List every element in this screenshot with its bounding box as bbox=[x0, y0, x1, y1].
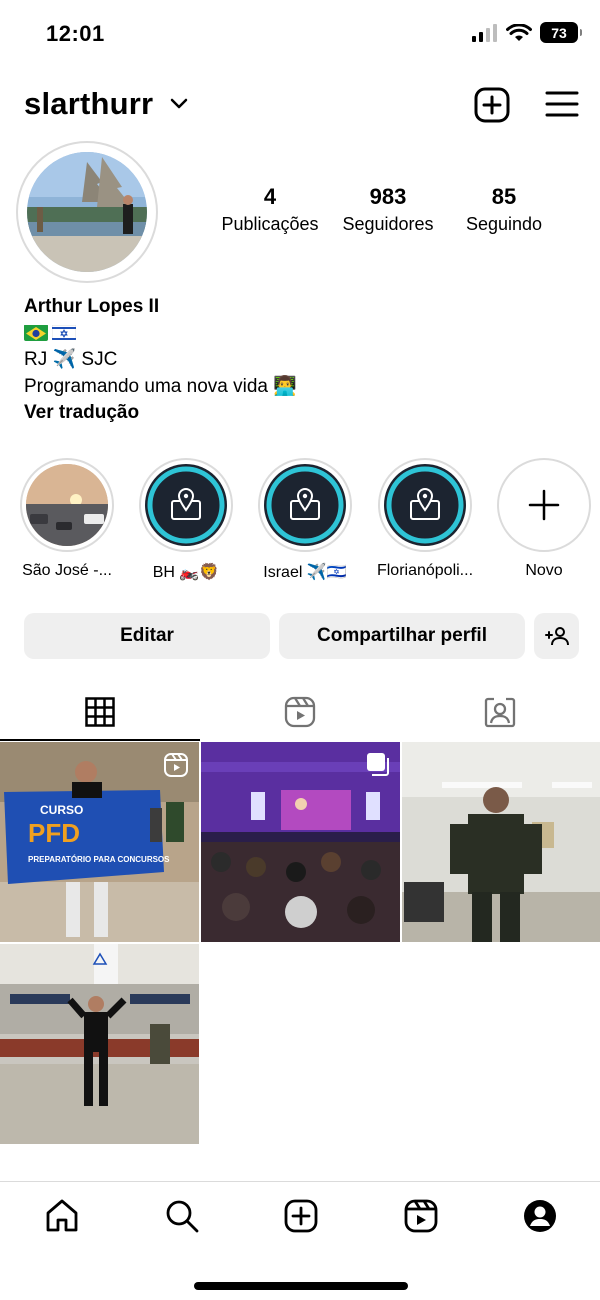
israel-flag-icon bbox=[52, 324, 76, 341]
followers-label: Seguidores bbox=[342, 214, 434, 234]
profile-tabs bbox=[0, 684, 600, 740]
active-tab-indicator bbox=[0, 739, 200, 741]
grid-post[interactable]: CURSO PFD PREPARATÓRIO PARA CONCURSOS bbox=[0, 742, 199, 942]
chevron-down-icon[interactable] bbox=[170, 98, 188, 110]
grid-post[interactable] bbox=[201, 742, 400, 942]
following-count: 85 bbox=[491, 184, 517, 209]
battery-level: 73 bbox=[551, 24, 567, 41]
status-bar: 12:01 73 bbox=[0, 0, 600, 66]
profile-avatar[interactable] bbox=[16, 141, 158, 283]
profile-bio: Arthur Lopes II RJ ✈️ SJC Programando um… bbox=[24, 294, 297, 427]
highlight-sao-jose[interactable]: São José -... bbox=[19, 458, 115, 580]
svg-text:PFD: PFD bbox=[28, 818, 80, 848]
location-pin-icon bbox=[266, 466, 344, 544]
highlight-label: BH 🏍️🦁 bbox=[152, 564, 220, 581]
location-pin-icon bbox=[386, 466, 464, 544]
share-profile-button[interactable]: Compartilhar perfil bbox=[279, 613, 525, 659]
menu-icon[interactable] bbox=[545, 91, 579, 117]
posts-count: 4 bbox=[263, 184, 277, 209]
battery-icon: 73 bbox=[540, 22, 582, 43]
see-translation-link[interactable]: Ver tradução bbox=[24, 400, 297, 427]
carousel-badge-icon bbox=[367, 753, 389, 776]
svg-text:PREPARATÓRIO PARA CONCURSOS: PREPARATÓRIO PARA CONCURSOS bbox=[28, 855, 170, 864]
highlight-new[interactable]: Novo bbox=[496, 458, 592, 580]
create-icon[interactable] bbox=[283, 1198, 319, 1234]
reels-icon bbox=[284, 696, 316, 728]
bio-route: RJ ✈️ SJC bbox=[24, 349, 118, 370]
home-indicator bbox=[194, 1282, 408, 1290]
edit-profile-button[interactable]: Editar bbox=[24, 613, 270, 659]
followers-count: 983 bbox=[369, 184, 407, 209]
cellular-signal-icon bbox=[472, 23, 497, 42]
highlight-cover bbox=[258, 458, 352, 552]
avatar-photo bbox=[27, 152, 147, 272]
plus-icon bbox=[528, 489, 560, 521]
tab-tagged[interactable] bbox=[400, 684, 600, 740]
stat-posts[interactable]: 4 Publicações bbox=[210, 184, 330, 235]
profile-name: Arthur Lopes II bbox=[24, 296, 160, 317]
highlight-bh[interactable]: BH 🏍️🦁 bbox=[138, 458, 234, 582]
username-switcher[interactable]: slarthurr bbox=[24, 86, 153, 122]
discover-people-button[interactable] bbox=[534, 613, 579, 659]
following-label: Seguindo bbox=[465, 214, 543, 234]
search-icon[interactable] bbox=[164, 1198, 200, 1234]
reels-icon[interactable] bbox=[403, 1198, 439, 1234]
highlight-label: Israel ✈️🇮🇱 bbox=[263, 564, 347, 581]
highlight-cover bbox=[139, 458, 233, 552]
add-person-icon bbox=[544, 627, 569, 646]
highlight-label: Novo bbox=[525, 562, 563, 579]
grid-post[interactable] bbox=[0, 944, 199, 1144]
profile-icon[interactable] bbox=[522, 1198, 558, 1234]
brazil-flag-icon bbox=[24, 324, 48, 341]
stat-followers[interactable]: 983 Seguidores bbox=[328, 184, 448, 235]
tab-reels[interactable] bbox=[200, 684, 400, 740]
grid-icon bbox=[85, 697, 115, 727]
svg-text:CURSO: CURSO bbox=[40, 803, 83, 817]
profile-header: slarthurr bbox=[0, 78, 600, 134]
highlight-israel[interactable]: Israel ✈️🇮🇱 bbox=[257, 458, 353, 582]
highlight-label: São José -... bbox=[22, 562, 112, 579]
highlight-cover bbox=[378, 458, 472, 552]
tab-grid[interactable] bbox=[0, 684, 200, 740]
bio-flags bbox=[24, 321, 297, 348]
status-icons: 73 bbox=[472, 22, 582, 43]
posts-label: Publicações bbox=[221, 214, 319, 234]
highlight-florianopolis[interactable]: Florianópoli... bbox=[377, 458, 473, 580]
new-highlight-circle bbox=[497, 458, 591, 552]
new-post-icon[interactable] bbox=[474, 87, 510, 123]
bio-text: Programando uma nova vida 👨‍💻 bbox=[24, 375, 297, 397]
home-icon[interactable] bbox=[44, 1198, 80, 1234]
location-pin-icon bbox=[147, 466, 225, 544]
highlight-label: Florianópoli... bbox=[376, 562, 474, 579]
tagged-icon bbox=[484, 697, 516, 728]
wifi-icon bbox=[506, 23, 532, 41]
reel-badge-icon bbox=[164, 753, 188, 777]
highlight-cover bbox=[20, 458, 114, 552]
grid-post[interactable] bbox=[402, 742, 600, 942]
stat-following[interactable]: 85 Seguindo bbox=[444, 184, 564, 235]
status-time: 12:01 bbox=[46, 21, 105, 46]
